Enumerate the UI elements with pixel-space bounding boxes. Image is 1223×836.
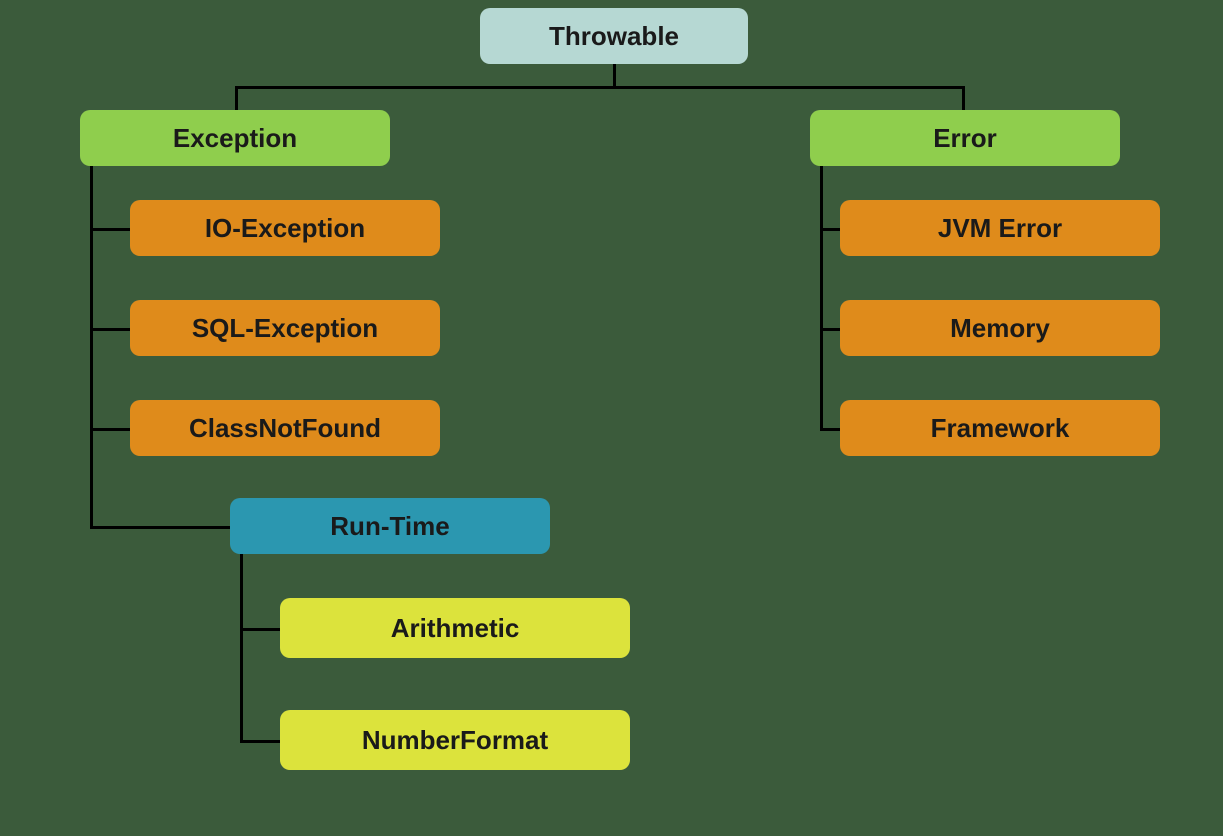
connector — [235, 86, 965, 89]
label-sql-exception: SQL-Exception — [192, 313, 378, 344]
connector — [90, 166, 93, 526]
label-jvm-error: JVM Error — [938, 213, 1062, 244]
node-error: Error — [810, 110, 1120, 166]
connector — [820, 166, 823, 428]
connector — [90, 526, 230, 529]
node-runtime: Run-Time — [230, 498, 550, 554]
connector — [90, 428, 130, 431]
label-exception: Exception — [173, 123, 297, 154]
connector — [613, 64, 616, 88]
connector — [90, 228, 130, 231]
node-numberformat: NumberFormat — [280, 710, 630, 770]
label-io-exception: IO-Exception — [205, 213, 365, 244]
connector — [235, 86, 238, 110]
connector — [820, 428, 840, 431]
node-arithmetic: Arithmetic — [280, 598, 630, 658]
connector — [240, 628, 280, 631]
node-classnotfound: ClassNotFound — [130, 400, 440, 456]
connector — [820, 328, 840, 331]
label-framework: Framework — [931, 413, 1070, 444]
label-runtime: Run-Time — [330, 511, 449, 542]
label-memory: Memory — [950, 313, 1050, 344]
connector — [820, 228, 840, 231]
node-exception: Exception — [80, 110, 390, 166]
node-framework: Framework — [840, 400, 1160, 456]
node-throwable: Throwable — [480, 8, 748, 64]
node-io-exception: IO-Exception — [130, 200, 440, 256]
label-arithmetic: Arithmetic — [391, 613, 520, 644]
node-sql-exception: SQL-Exception — [130, 300, 440, 356]
label-error: Error — [933, 123, 997, 154]
node-jvm-error: JVM Error — [840, 200, 1160, 256]
node-memory: Memory — [840, 300, 1160, 356]
label-classnotfound: ClassNotFound — [189, 413, 381, 444]
connector — [962, 86, 965, 110]
connector — [240, 740, 280, 743]
label-throwable: Throwable — [549, 21, 679, 52]
label-numberformat: NumberFormat — [362, 725, 548, 756]
connector — [90, 328, 130, 331]
connector — [240, 554, 243, 740]
